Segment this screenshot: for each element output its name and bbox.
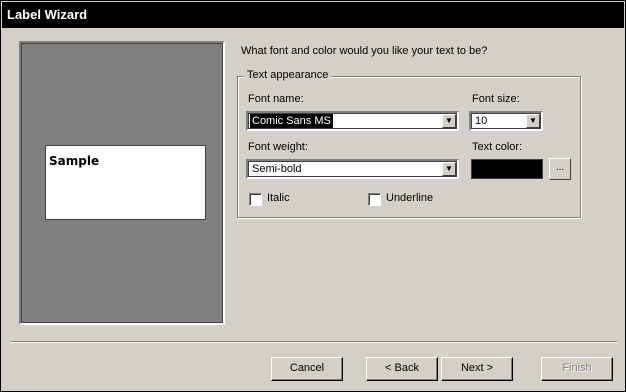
sample-label-box: Sample: [45, 145, 206, 220]
font-weight-label: Font weight:: [248, 141, 308, 153]
underline-checkbox[interactable]: [368, 193, 381, 206]
back-button[interactable]: < Back: [366, 357, 438, 381]
font-weight-value: Semi-bold: [252, 163, 302, 175]
font-size-label: Font size:: [472, 93, 520, 105]
font-size-value: 10: [475, 115, 488, 127]
window-title: Label Wizard: [2, 2, 624, 28]
wizard-question: What font and color would you like your …: [241, 45, 488, 57]
chevron-down-icon[interactable]: ▼: [526, 114, 540, 128]
text-appearance-label: Text appearance: [244, 69, 332, 81]
label-preview-panel: Sample: [19, 41, 225, 325]
button-separator: [11, 341, 617, 343]
color-picker-button[interactable]: ...: [549, 158, 571, 180]
font-name-combo[interactable]: Comic Sans MS ▼: [246, 111, 459, 131]
font-weight-combo[interactable]: Semi-bold ▼: [246, 159, 459, 179]
font-size-combo[interactable]: 10 ▼: [469, 111, 543, 131]
italic-checkbox[interactable]: [249, 193, 262, 206]
italic-label: Italic: [267, 192, 290, 204]
text-color-label: Text color:: [472, 141, 523, 153]
cancel-button[interactable]: Cancel: [271, 357, 343, 381]
font-name-value: Comic Sans MS: [250, 114, 333, 128]
chevron-down-icon[interactable]: ▼: [442, 162, 456, 176]
label-wizard-window: Label Wizard Sample What font and color …: [0, 0, 626, 392]
font-name-label: Font name:: [248, 93, 304, 105]
text-color-swatch: [471, 159, 543, 179]
chevron-down-icon[interactable]: ▼: [442, 114, 456, 128]
preview-frame: Sample: [21, 43, 223, 323]
finish-button[interactable]: Finish: [541, 357, 613, 381]
next-button[interactable]: Next >: [441, 357, 513, 381]
sample-text: Sample: [49, 154, 100, 168]
underline-label: Underline: [386, 192, 434, 204]
